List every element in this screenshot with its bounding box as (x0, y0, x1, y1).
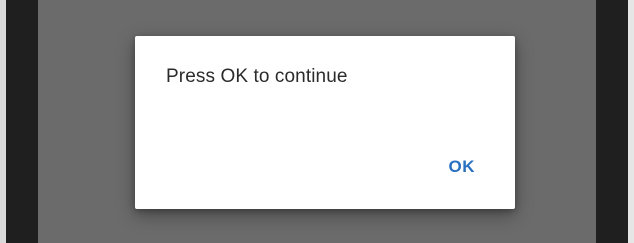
alert-dialog: Press OK to continue OK (135, 36, 515, 209)
dialog-message: Press OK to continue (166, 66, 348, 87)
device-bezel-right (596, 0, 628, 243)
device-edge-right (628, 0, 634, 243)
ok-button[interactable]: OK (439, 151, 486, 183)
device-frame: Press OK to continue OK (0, 0, 634, 243)
device-bezel-left (6, 0, 38, 243)
